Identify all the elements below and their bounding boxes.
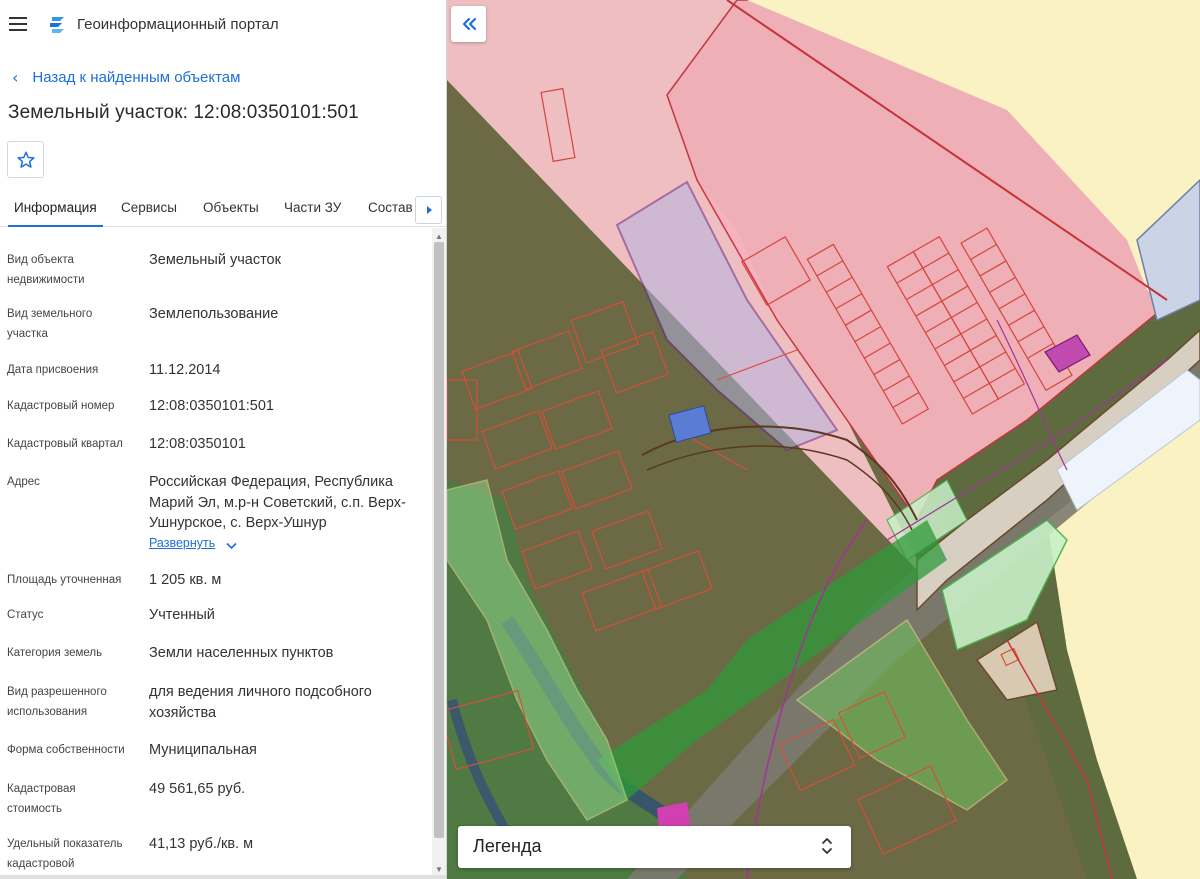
tab-objects[interactable]: Объекты — [203, 191, 259, 225]
detail-label: Вид объекта недвижимости — [7, 254, 85, 286]
detail-label: Адрес — [7, 476, 40, 488]
detail-label: Вид разрешенного использования — [7, 686, 107, 718]
tabs-scroll-right-button[interactable] — [415, 196, 442, 224]
detail-label: Форма собственности — [7, 744, 125, 756]
tab-bar: Информация Сервисы Объекты Части ЗУ Сост… — [0, 191, 446, 227]
caret-right-icon — [426, 206, 432, 214]
scrollbar-thumb[interactable] — [434, 242, 444, 838]
detail-label: Статус — [7, 609, 44, 621]
back-to-results-link[interactable]: ‹ Назад к найденным объектам — [12, 66, 240, 88]
legend-label: Легенда — [473, 836, 542, 856]
legend-select[interactable]: Легенда — [458, 826, 851, 868]
detail-label: Дата присвоения — [7, 364, 99, 376]
tab-information[interactable]: Информация — [8, 191, 103, 227]
hamburger-icon[interactable] — [9, 17, 27, 31]
details-list: Вид объекта недвижимости Земельный участ… — [0, 228, 432, 879]
tab-parcel-parts[interactable]: Части ЗУ — [284, 191, 341, 225]
map-canvas[interactable] — [447, 0, 1200, 879]
detail-value: Земли населенных пунктов — [149, 645, 334, 661]
page-title: Земельный участок: 12:08:0350101:501 — [8, 102, 359, 123]
map-view[interactable] — [447, 0, 1200, 879]
bottom-strip — [0, 875, 446, 879]
detail-value: 49 561,65 руб. — [149, 781, 246, 797]
detail-label: Категория земель — [7, 647, 103, 659]
detail-value: 12:08:0350101:501 — [149, 398, 274, 414]
detail-value: Земельный участок — [149, 252, 281, 268]
details-scrollbar[interactable]: ▲ ▼ — [432, 228, 446, 879]
star-outline-icon — [16, 151, 35, 168]
detail-value: 1 205 кв. м — [149, 572, 222, 588]
tab-composition[interactable]: Состав — [368, 191, 413, 225]
double-chevron-left-icon — [462, 17, 476, 31]
detail-value: для ведения личного подсобного хозяйства — [149, 684, 372, 721]
detail-label: Площадь уточненная — [7, 574, 122, 586]
favorite-button[interactable] — [7, 141, 44, 178]
detail-label: Кадастровый квартал — [7, 438, 123, 450]
chevron-down-icon[interactable] — [226, 539, 237, 553]
detail-label: Кадастровая стоимость — [7, 783, 76, 815]
top-bar: Геоинформационный портал — [0, 0, 446, 52]
detail-value: Российская Федерация, Республика Марий Э… — [149, 474, 406, 531]
tab-services[interactable]: Сервисы — [121, 191, 177, 225]
portal-logo-icon — [50, 17, 64, 33]
detail-label: Удельный показатель кадастровой — [7, 838, 123, 870]
info-panel: Геоинформационный портал ‹ Назад к найде… — [0, 0, 447, 879]
detail-label: Вид земельного участка — [7, 308, 93, 340]
app-title: Геоинформационный портал — [77, 16, 279, 33]
collapse-panel-button[interactable] — [451, 6, 486, 42]
chevron-left-icon: ‹ — [12, 67, 19, 87]
expand-address-link[interactable]: Развернуть — [149, 536, 215, 550]
unfold-icon[interactable] — [820, 835, 834, 857]
detail-value: Землепользование — [149, 306, 279, 322]
detail-value: 12:08:0350101 — [149, 436, 246, 452]
detail-value: Муниципальная — [149, 742, 257, 758]
detail-value: 11.12.2014 — [149, 362, 221, 378]
detail-value: 41,13 руб./кв. м — [149, 836, 254, 852]
back-link-label: Назад к найденным объектам — [32, 68, 241, 86]
detail-value: Учтенный — [149, 607, 215, 623]
detail-label: Кадастровый номер — [7, 400, 115, 412]
